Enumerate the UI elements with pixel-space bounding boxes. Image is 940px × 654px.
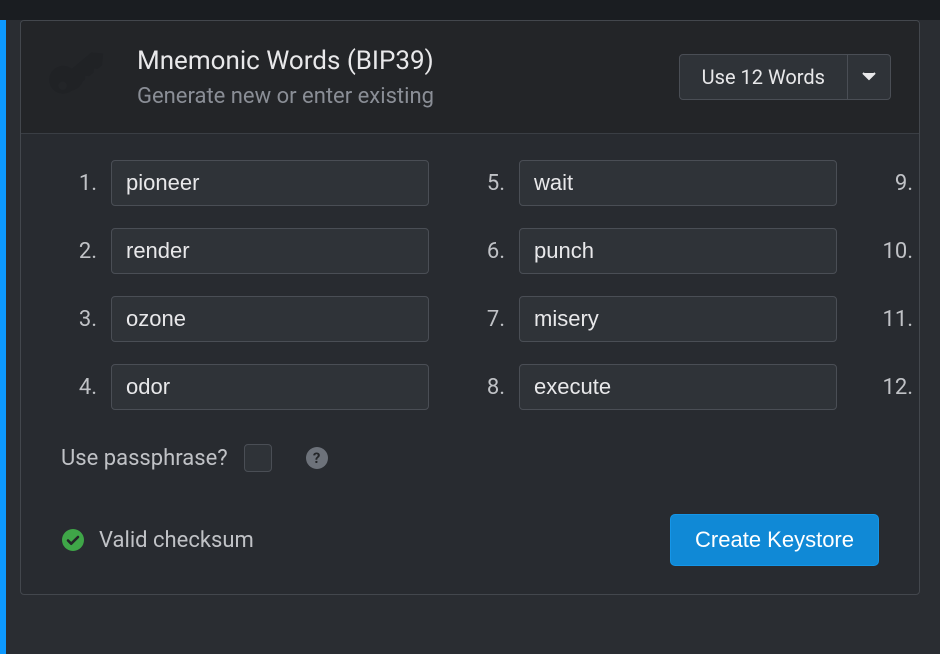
help-icon[interactable]: ? bbox=[306, 447, 328, 469]
word-cell: 12. bbox=[877, 364, 920, 410]
word-cell: 4. bbox=[61, 364, 429, 410]
panel-body: 1. 2. 3. 4. 5. 6. 7. 8. 9. 10. 11. 12. U… bbox=[21, 134, 919, 594]
word-number: 7. bbox=[469, 307, 505, 332]
word-cell: 7. bbox=[469, 296, 837, 342]
status-text: Valid checksum bbox=[99, 528, 254, 553]
mnemonic-word-input-8[interactable] bbox=[519, 364, 837, 410]
mnemonic-word-input-5[interactable] bbox=[519, 160, 837, 206]
word-cell: 2. bbox=[61, 228, 429, 274]
word-cell: 5. bbox=[469, 160, 837, 206]
checksum-status: Valid checksum bbox=[61, 528, 254, 553]
word-number: 1. bbox=[61, 171, 97, 196]
word-number: 6. bbox=[469, 239, 505, 264]
passphrase-row: Use passphrase? ? bbox=[61, 444, 879, 472]
key-icon bbox=[45, 45, 109, 109]
mnemonic-word-input-6[interactable] bbox=[519, 228, 837, 274]
word-count-label: Use 12 Words bbox=[680, 55, 848, 99]
word-number: 5. bbox=[469, 171, 505, 196]
mnemonic-panel: Mnemonic Words (BIP39) Generate new or e… bbox=[20, 20, 920, 595]
word-number: 8. bbox=[469, 375, 505, 400]
word-cell: 10. bbox=[877, 228, 920, 274]
mnemonic-word-input-3[interactable] bbox=[111, 296, 429, 342]
mnemonic-word-input-1[interactable] bbox=[111, 160, 429, 206]
word-cell: 1. bbox=[61, 160, 429, 206]
passphrase-label: Use passphrase? bbox=[61, 446, 228, 471]
word-cell: 11. bbox=[877, 296, 920, 342]
page-title: Mnemonic Words (BIP39) bbox=[137, 46, 679, 76]
create-keystore-button[interactable]: Create Keystore bbox=[670, 514, 879, 566]
word-number: 2. bbox=[61, 239, 97, 264]
mnemonic-word-input-4[interactable] bbox=[111, 364, 429, 410]
word-number: 12. bbox=[877, 375, 913, 400]
word-number: 3. bbox=[61, 307, 97, 332]
word-number: 11. bbox=[877, 307, 913, 332]
word-cell: 8. bbox=[469, 364, 837, 410]
word-cell: 6. bbox=[469, 228, 837, 274]
word-number: 4. bbox=[61, 375, 97, 400]
mnemonic-words-grid: 1. 2. 3. 4. 5. 6. 7. 8. 9. 10. 11. 12. bbox=[61, 160, 879, 410]
word-count-dropdown[interactable]: Use 12 Words bbox=[679, 54, 891, 100]
page-subtitle: Generate new or enter existing bbox=[137, 84, 679, 109]
word-number: 10. bbox=[877, 239, 913, 264]
mnemonic-word-input-2[interactable] bbox=[111, 228, 429, 274]
panel-header: Mnemonic Words (BIP39) Generate new or e… bbox=[21, 21, 919, 134]
passphrase-checkbox[interactable] bbox=[244, 444, 272, 472]
check-circle-icon bbox=[61, 528, 85, 552]
word-number: 9. bbox=[877, 171, 913, 196]
word-cell: 9. bbox=[877, 160, 920, 206]
word-cell: 3. bbox=[61, 296, 429, 342]
mnemonic-word-input-7[interactable] bbox=[519, 296, 837, 342]
panel-footer: Valid checksum Create Keystore bbox=[61, 514, 879, 566]
header-text: Mnemonic Words (BIP39) Generate new or e… bbox=[137, 46, 679, 109]
app-window: Mnemonic Words (BIP39) Generate new or e… bbox=[0, 20, 940, 654]
chevron-down-icon bbox=[848, 55, 890, 99]
